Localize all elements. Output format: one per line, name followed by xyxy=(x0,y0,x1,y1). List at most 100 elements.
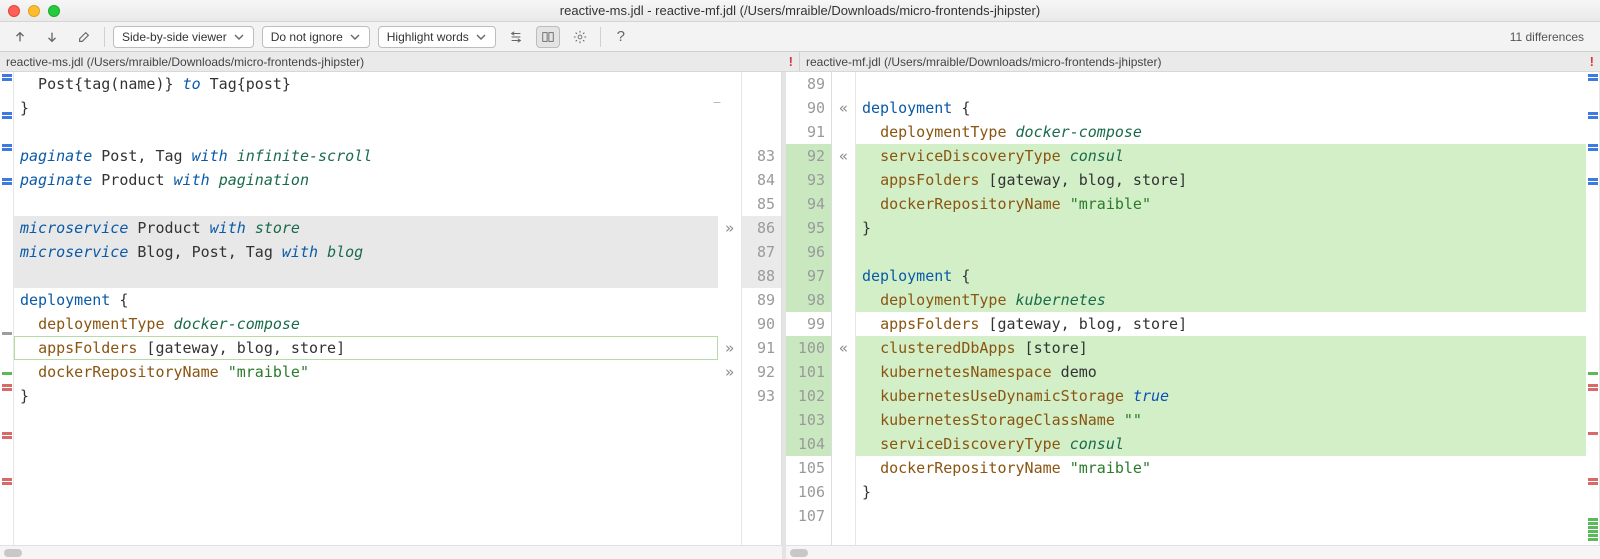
right-h-scrollbar[interactable] xyxy=(786,545,1600,559)
code-line[interactable]: } xyxy=(856,216,1586,240)
apply-arrow[interactable]: » xyxy=(718,216,741,240)
code-line[interactable]: clusteredDbApps [store] xyxy=(856,336,1586,360)
apply-arrow[interactable]: « xyxy=(832,144,855,168)
code-line[interactable] xyxy=(856,504,1586,528)
code-line[interactable]: deployment { xyxy=(14,288,718,312)
change-marker[interactable] xyxy=(1588,526,1598,529)
change-marker[interactable] xyxy=(1588,522,1598,525)
change-marker[interactable] xyxy=(1588,372,1598,375)
right-editor[interactable]: 8990919293949596979899100101102103104105… xyxy=(786,72,1600,545)
code-line[interactable]: dockerRepositoryName "mraible" xyxy=(856,456,1586,480)
code-line[interactable]: kubernetesNamespace demo xyxy=(856,360,1586,384)
change-marker[interactable] xyxy=(1588,178,1598,181)
code-line[interactable]: } xyxy=(856,480,1586,504)
error-indicator-icon[interactable]: ! xyxy=(1590,54,1594,69)
code-line[interactable]: deploymentType docker-compose xyxy=(856,120,1586,144)
code-line[interactable]: } xyxy=(14,384,718,408)
next-diff-icon[interactable] xyxy=(40,26,64,48)
change-marker[interactable] xyxy=(1588,530,1598,533)
code-line[interactable]: kubernetesUseDynamicStorage true xyxy=(856,384,1586,408)
left-change-strip[interactable] xyxy=(0,72,14,545)
change-marker[interactable] xyxy=(1588,182,1598,185)
code-line[interactable]: serviceDiscoveryType consul xyxy=(856,144,1586,168)
settings-icon[interactable] xyxy=(568,26,592,48)
code-line[interactable]: deploymentType docker-compose xyxy=(14,312,718,336)
code-line[interactable]: appsFolders [gateway, blog, store] xyxy=(856,312,1586,336)
scroll-thumb[interactable] xyxy=(790,549,808,557)
left-code[interactable]: ⎯ Post{tag(name)} to Tag{post}} paginate… xyxy=(14,72,718,545)
change-marker[interactable] xyxy=(2,148,12,151)
code-line[interactable]: dockerRepositoryName "mraible" xyxy=(856,192,1586,216)
right-change-strip[interactable] xyxy=(1586,72,1600,545)
line-number: 87 xyxy=(742,240,781,264)
edit-icon[interactable] xyxy=(72,26,96,48)
code-line[interactable] xyxy=(14,120,718,144)
highlight-mode-select[interactable]: Highlight words xyxy=(378,26,496,48)
view-mode-select[interactable]: Side-by-side viewer xyxy=(113,26,254,48)
change-marker[interactable] xyxy=(1588,534,1598,537)
code-line[interactable]: microservice Blog, Post, Tag with blog xyxy=(14,240,718,264)
change-marker[interactable] xyxy=(2,432,12,435)
change-marker[interactable] xyxy=(1588,538,1598,541)
change-marker[interactable] xyxy=(2,436,12,439)
left-h-scrollbar[interactable] xyxy=(0,545,782,559)
change-marker[interactable] xyxy=(2,332,12,335)
change-marker[interactable] xyxy=(1588,116,1598,119)
code-line[interactable]: deployment { xyxy=(856,264,1586,288)
change-marker[interactable] xyxy=(2,78,12,81)
error-indicator-icon[interactable]: ! xyxy=(789,54,793,69)
change-marker[interactable] xyxy=(2,482,12,485)
code-line[interactable]: microservice Product with store xyxy=(14,216,718,240)
code-line[interactable]: serviceDiscoveryType consul xyxy=(856,432,1586,456)
change-marker[interactable] xyxy=(2,144,12,147)
change-marker[interactable] xyxy=(2,384,12,387)
change-marker[interactable] xyxy=(1588,388,1598,391)
change-marker[interactable] xyxy=(1588,432,1598,435)
change-marker[interactable] xyxy=(1588,518,1598,521)
change-marker[interactable] xyxy=(1588,478,1598,481)
code-line[interactable] xyxy=(856,72,1586,96)
change-marker[interactable] xyxy=(2,182,12,185)
code-line[interactable]: kubernetesStorageClassName "" xyxy=(856,408,1586,432)
code-line[interactable]: appsFolders [gateway, blog, store] xyxy=(856,168,1586,192)
change-marker[interactable] xyxy=(1588,78,1598,81)
code-line[interactable] xyxy=(14,264,718,288)
change-marker[interactable] xyxy=(1588,112,1598,115)
apply-arrow[interactable]: » xyxy=(718,360,741,384)
change-marker[interactable] xyxy=(1588,74,1598,77)
code-line[interactable]: appsFolders [gateway, blog, store] xyxy=(14,336,718,360)
code-line[interactable]: } xyxy=(14,96,718,120)
change-marker[interactable] xyxy=(2,74,12,77)
change-marker[interactable] xyxy=(2,372,12,375)
change-marker[interactable] xyxy=(2,388,12,391)
change-marker[interactable] xyxy=(2,178,12,181)
apply-arrow[interactable]: « xyxy=(832,96,855,120)
apply-arrow[interactable]: « xyxy=(832,336,855,360)
change-marker[interactable] xyxy=(1588,144,1598,147)
help-icon[interactable]: ? xyxy=(609,26,633,48)
left-file-label: reactive-ms.jdl (/Users/mraible/Download… xyxy=(6,55,364,69)
code-line[interactable]: deploymentType kubernetes xyxy=(856,288,1586,312)
collapse-unchanged-icon[interactable] xyxy=(504,26,528,48)
change-marker[interactable] xyxy=(1588,482,1598,485)
right-code[interactable]: deployment { deploymentType docker-compo… xyxy=(856,72,1586,545)
change-marker[interactable] xyxy=(2,478,12,481)
scroll-thumb[interactable] xyxy=(4,549,22,557)
code-line[interactable]: deployment { xyxy=(856,96,1586,120)
code-line[interactable] xyxy=(14,192,718,216)
change-marker[interactable] xyxy=(1588,148,1598,151)
change-marker[interactable] xyxy=(2,112,12,115)
code-line[interactable]: dockerRepositoryName "mraible" xyxy=(14,360,718,384)
apply-arrow[interactable]: » xyxy=(718,336,741,360)
code-line[interactable] xyxy=(856,240,1586,264)
change-marker[interactable] xyxy=(2,116,12,119)
ignore-mode-select[interactable]: Do not ignore xyxy=(262,26,370,48)
prev-diff-icon[interactable] xyxy=(8,26,32,48)
code-line[interactable]: paginate Post, Tag with infinite-scroll xyxy=(14,144,718,168)
left-editor[interactable]: ⎯ Post{tag(name)} to Tag{post}} paginate… xyxy=(0,72,782,545)
code-line[interactable]: paginate Product with pagination xyxy=(14,168,718,192)
code-line[interactable]: Post{tag(name)} to Tag{post} xyxy=(14,72,718,96)
change-marker[interactable] xyxy=(1588,384,1598,387)
fold-handle-icon[interactable]: ⎯ xyxy=(710,90,724,110)
sync-scroll-icon[interactable] xyxy=(536,26,560,48)
